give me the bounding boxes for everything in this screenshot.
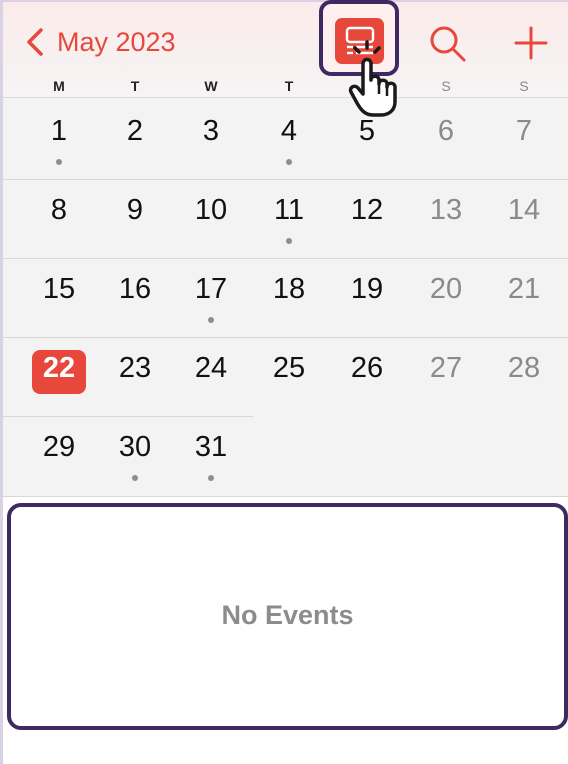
day-cell[interactable]: 11 [259,194,319,250]
day-cell[interactable]: 29 [29,431,89,487]
day-number: 6 [437,115,455,147]
day-cell-today[interactable]: 22 [29,352,89,408]
day-number: 2 [126,115,144,147]
day-cell[interactable]: 30 [105,431,165,487]
day-cell[interactable]: 26 [337,352,397,408]
day-number: 9 [126,194,144,226]
event-indicator-dot [132,475,138,481]
day-number: 22 [42,352,76,384]
chevron-left-icon [27,28,43,56]
weekday-label: W [204,78,218,94]
pointer-hand-icon [348,40,397,117]
day-cell[interactable]: 21 [494,273,554,329]
day-cell[interactable]: 28 [494,352,554,408]
day-number: 12 [350,194,384,226]
day-number: 7 [515,115,533,147]
day-cell[interactable]: 27 [416,352,476,408]
day-cell[interactable]: 4 [259,115,319,171]
day-cell[interactable]: 31 [181,431,241,487]
week-divider [3,179,568,180]
day-number: 13 [429,194,463,226]
no-events-label: No Events [221,600,354,630]
day-cell[interactable]: 1 [29,115,89,171]
day-number: 23 [118,352,152,384]
day-number: 8 [50,194,68,226]
day-number: 16 [118,273,152,305]
weekday-label: S [519,78,529,94]
calendar-header: May 2023 MTWTFSS [3,2,568,98]
plus-icon [514,26,548,60]
day-number: 18 [272,273,306,305]
week-divider [3,258,568,259]
day-number: 10 [194,194,228,226]
day-cell[interactable]: 10 [181,194,241,250]
search-icon [430,26,466,62]
day-number: 15 [42,273,76,305]
day-number: 21 [507,273,541,305]
day-cell[interactable]: 13 [416,194,476,250]
weekday-label: T [284,78,294,94]
day-number: 26 [350,352,384,384]
event-indicator-dot [286,159,292,165]
day-number: 29 [42,431,76,463]
week-divider [3,337,568,338]
event-indicator-dot [208,475,214,481]
day-cell[interactable]: 12 [337,194,397,250]
day-cell[interactable]: 2 [105,115,165,171]
day-cell[interactable]: 6 [416,115,476,171]
day-number: 30 [118,431,152,463]
day-number: 28 [507,352,541,384]
back-to-year-button[interactable]: May 2023 [25,22,176,62]
day-cell[interactable]: 8 [29,194,89,250]
day-cell[interactable]: 7 [494,115,554,171]
day-cell[interactable]: 24 [181,352,241,408]
event-indicator-dot [56,159,62,165]
add-event-button[interactable] [512,24,550,62]
weekday-label: S [441,78,451,94]
events-panel: No Events [7,503,568,730]
month-title: May 2023 [57,26,176,57]
event-indicator-dot [208,317,214,323]
day-cell[interactable]: 14 [494,194,554,250]
day-cell[interactable]: 19 [337,273,397,329]
day-cell[interactable]: 20 [416,273,476,329]
day-cell[interactable]: 17 [181,273,241,329]
event-indicator-dot [286,238,292,244]
day-number: 11 [273,194,305,226]
day-number: 20 [429,273,463,305]
search-button[interactable] [428,24,468,64]
day-cell[interactable]: 18 [259,273,319,329]
week-divider [3,496,568,497]
weekday-label: M [53,78,65,94]
day-number: 24 [194,352,228,384]
day-cell[interactable]: 16 [105,273,165,329]
day-cell[interactable]: 23 [105,352,165,408]
day-number: 19 [350,273,384,305]
day-number: 17 [194,273,228,305]
day-number: 3 [202,115,220,147]
day-number: 27 [429,352,463,384]
week-divider [3,416,253,417]
day-number: 14 [507,194,541,226]
day-cell[interactable]: 9 [105,194,165,250]
day-number: 31 [194,431,228,463]
day-number: 4 [280,115,298,147]
day-number: 1 [50,115,68,147]
day-cell[interactable]: 15 [29,273,89,329]
weekday-label: T [130,78,140,94]
month-grid: 1 2 3 4 5 6 7 8 9 10 11 12 13 14 15 16 17 18 19 20 21 22 23 24 2… [3,98,568,497]
day-number: 25 [272,352,306,384]
day-cell[interactable]: 5 [337,115,397,171]
day-cell[interactable]: 25 [259,352,319,408]
day-number: 5 [358,115,376,147]
day-cell[interactable]: 3 [181,115,241,171]
weekday-header-row: MTWTFSS [3,72,568,96]
